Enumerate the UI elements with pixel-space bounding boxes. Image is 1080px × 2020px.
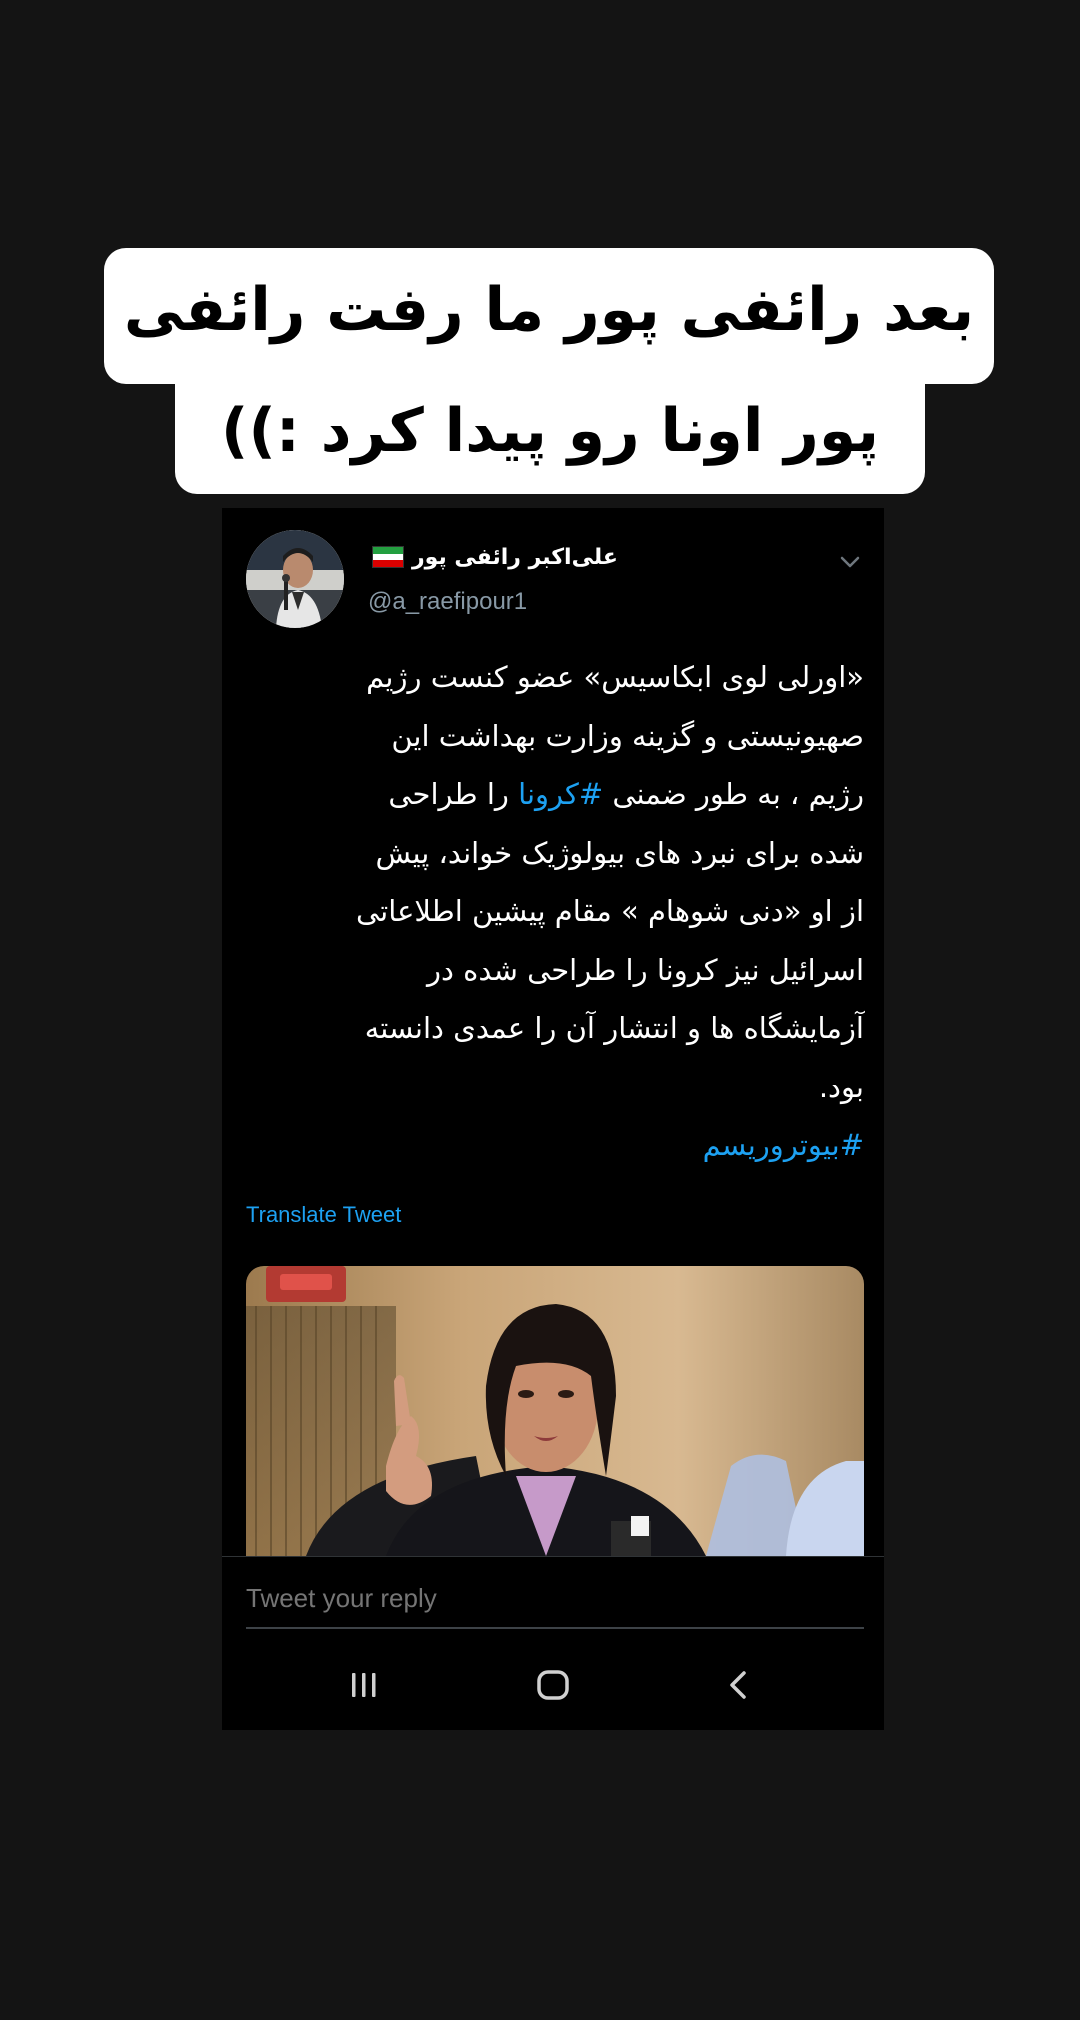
tweet-line: آزمایشگاه ها و انتشار آن را عمدی دانسته (364, 1011, 864, 1045)
iran-flag-icon (372, 546, 404, 568)
display-name[interactable]: علی‌اکبر رائفی پور (412, 545, 618, 570)
tweet-photo[interactable] (246, 1266, 864, 1556)
hashtag-link[interactable]: #بیوتروریسم (246, 1116, 864, 1175)
android-navigation-bar (222, 1640, 884, 1730)
tweet-line: بود. (818, 1069, 864, 1104)
back-icon[interactable] (714, 1660, 764, 1710)
story-canvas: بعد رائفی پور ما رفت رائفی پور اونا رو پ… (0, 0, 1080, 2020)
tweet-line: رژیم ، به طور ضمنی #کرونا را طراحی (246, 765, 864, 824)
display-name-row: علی‌اکبر رائفی پور (372, 540, 618, 574)
caption-line-2: پور اونا رو پیدا کرد :)) (175, 360, 925, 494)
tweet-line: «اورلی لوی ابکاسیس» عضو کنست رژیم (366, 660, 864, 694)
tweet-screenshot: علی‌اکبر رائفی پور @a_raefipour1 «اورلی … (222, 508, 884, 1730)
tweet-line-text: را طراحی (388, 777, 509, 811)
tweet-line-text: رژیم ، به طور ضمنی (612, 777, 864, 811)
reply-bar (222, 1556, 884, 1641)
handle[interactable]: @a_raefipour1 (368, 588, 527, 616)
home-icon[interactable] (528, 1660, 578, 1710)
tweet-line: از او «دنی شوهام » مقام پیشین اطلاعاتی (356, 894, 864, 928)
chevron-down-icon[interactable] (836, 548, 864, 576)
tweet-line: شده برای نبرد های بیولوژیک خواند، پیش (375, 835, 864, 870)
reply-input[interactable] (246, 1569, 864, 1629)
hashtag-link[interactable]: #کرونا (518, 777, 603, 811)
tweet-line: صهیونیستی و گزینه وزارت بهداشت این (391, 718, 864, 753)
tweet-text: «اورلی لوی ابکاسیس» عضو کنست رژیم صهیونی… (246, 648, 864, 1175)
avatar[interactable] (246, 530, 344, 628)
tweet-line: اسرائیل نیز کرونا را طراحی شده در (427, 952, 864, 987)
translate-tweet-link[interactable]: Translate Tweet (246, 1202, 401, 1228)
tweet-header: علی‌اکبر رائفی پور @a_raefipour1 (222, 508, 884, 638)
recent-apps-icon[interactable] (339, 1660, 389, 1710)
